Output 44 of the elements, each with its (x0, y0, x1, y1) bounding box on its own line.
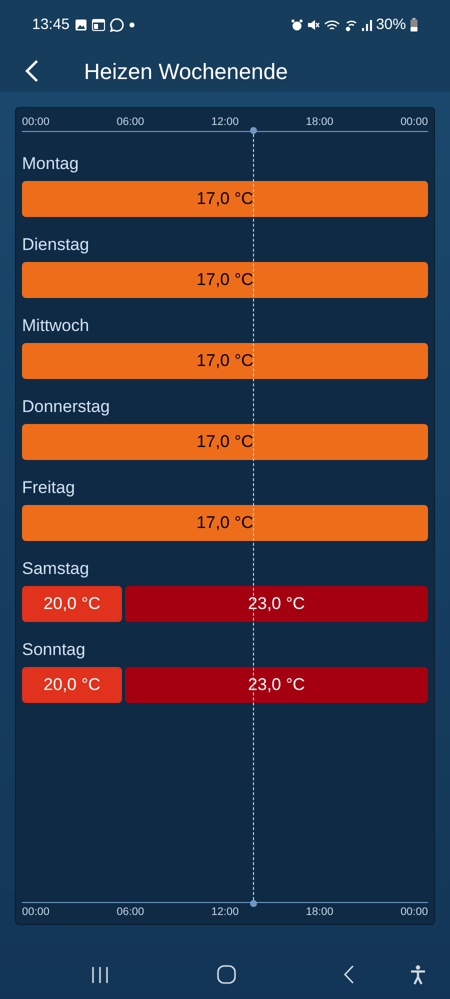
wifi-call-icon (344, 18, 358, 32)
dot-icon (128, 22, 135, 28)
gallery-icon (74, 19, 87, 31)
temperature-segment[interactable]: 20,0 °C (22, 667, 122, 703)
accessibility-icon[interactable] (410, 964, 426, 984)
signal-icon (362, 19, 372, 31)
wifi-icon (324, 18, 340, 32)
time-tick-label: 00:00 (22, 116, 50, 128)
time-tick-label: 06:00 (116, 116, 144, 128)
temperature-segment[interactable]: 17,0 °C (22, 343, 428, 379)
chat-icon (110, 18, 124, 32)
temperature-segment[interactable]: 23,0 °C (125, 586, 428, 622)
temperature-segment[interactable]: 17,0 °C (22, 181, 428, 217)
time-tick-label: 12:00 (211, 906, 239, 918)
day-label: Samstag (22, 558, 90, 580)
temperature-segment[interactable]: 17,0 °C (22, 424, 428, 460)
time-tick-label: 12:00 (211, 116, 239, 128)
day-label: Dienstag (22, 234, 90, 256)
mute-icon (306, 19, 320, 31)
back-icon (25, 59, 39, 83)
day-label: Sonntag (22, 638, 86, 660)
time-tick-label: 00:00 (400, 116, 428, 128)
time-tick-label: 06:00 (116, 906, 144, 918)
time-tick-label: 00:00 (22, 906, 50, 918)
time-tick-label: 18:00 (306, 906, 334, 918)
screen-title: Heizen Wochenende (84, 58, 288, 86)
temperature-segment[interactable]: 20,0 °C (22, 586, 122, 622)
time-tick-label: 18:00 (306, 116, 334, 128)
day-label: Freitag (22, 476, 76, 498)
day-label: Donnerstag (22, 396, 111, 418)
status-time: 13:45 (32, 14, 70, 35)
battery-percent: 30% (376, 14, 406, 35)
home-icon[interactable] (217, 965, 236, 984)
day-label: Mittwoch (22, 314, 90, 336)
temperature-segment[interactable]: 17,0 °C (22, 262, 428, 298)
back-nav-icon[interactable] (343, 965, 354, 984)
alarm-icon (290, 19, 303, 31)
calendar-icon (92, 19, 105, 31)
temperature-segment[interactable]: 23,0 °C (125, 667, 428, 703)
time-tick-label: 00:00 (400, 906, 428, 918)
day-label: Montag (22, 152, 80, 174)
temperature-segment[interactable]: 17,0 °C (22, 505, 428, 541)
recent-apps-icon[interactable] (91, 966, 109, 984)
battery-icon (410, 18, 418, 32)
